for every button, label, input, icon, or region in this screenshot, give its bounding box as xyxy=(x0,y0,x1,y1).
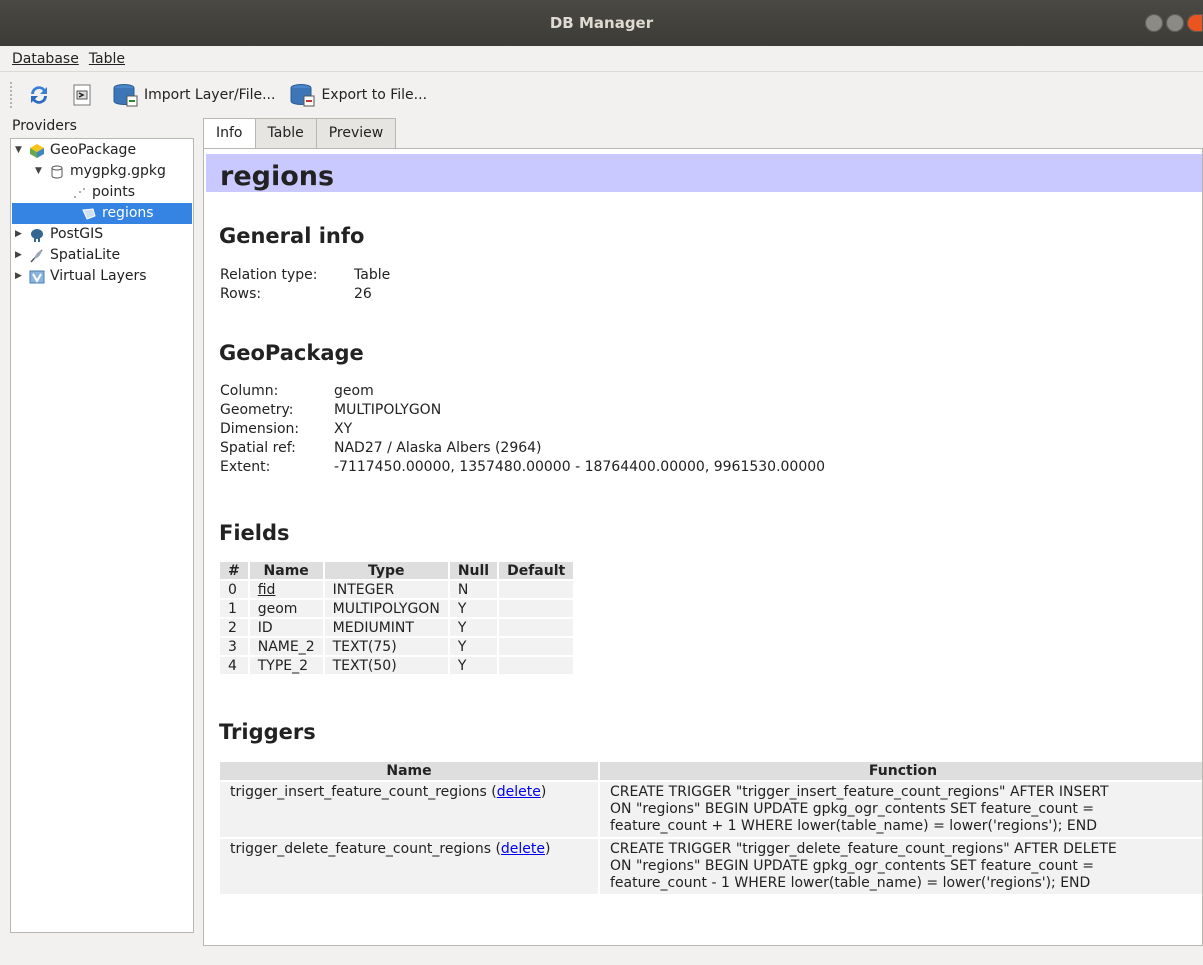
import-layer-button[interactable]: Import Layer/File... xyxy=(112,82,275,108)
providers-title: Providers xyxy=(12,118,77,134)
table-row: 2 ID MEDIUMINT Y xyxy=(220,619,574,636)
expanded-arrow-icon[interactable]: ▼ xyxy=(35,161,49,182)
tab-preview[interactable]: Preview xyxy=(315,118,397,148)
trigger-function-cell: CREATE TRIGGER "trigger_delete_feature_c… xyxy=(600,839,1202,894)
maximize-icon[interactable] xyxy=(1166,14,1184,32)
triggers-heading: Triggers xyxy=(219,720,316,744)
table-row: 1 geom MULTIPOLYGON Y xyxy=(220,600,574,617)
window-titlebar: DB Manager xyxy=(0,0,1203,46)
point-layer-icon xyxy=(74,187,85,198)
table-row: trigger_delete_feature_count_regions (de… xyxy=(220,839,1202,894)
expanded-arrow-icon[interactable]: ▼ xyxy=(15,140,29,161)
trigger-function-cell: CREATE TRIGGER "trigger_insert_feature_c… xyxy=(600,782,1202,837)
collapsed-arrow-icon[interactable]: ▶ xyxy=(15,266,29,287)
info-panel: regions General info Relation type: Tabl… xyxy=(203,148,1203,946)
collapsed-arrow-icon[interactable]: ▶ xyxy=(15,245,29,266)
column-header: Type xyxy=(324,562,448,579)
sql-window-button[interactable] xyxy=(70,83,98,107)
collapsed-arrow-icon[interactable]: ▶ xyxy=(15,224,29,245)
column-header: Name xyxy=(220,762,598,780)
export-file-button[interactable]: Export to File... xyxy=(289,82,427,108)
delete-trigger-link[interactable]: delete xyxy=(497,784,541,800)
tree-item-postgis[interactable]: ▶ PostGIS xyxy=(15,224,103,245)
import-layer-label: Import Layer/File... xyxy=(144,87,276,103)
close-icon[interactable] xyxy=(1187,14,1203,32)
tree-item-spatialite[interactable]: ▶ SpatiaLite xyxy=(15,245,120,266)
refresh-button[interactable] xyxy=(26,82,56,108)
providers-tree[interactable]: ▼ GeoPackage ▼ mygpkg.gpkg points region… xyxy=(10,138,194,933)
status-bar xyxy=(0,946,1203,965)
sql-window-icon xyxy=(73,84,91,106)
menu-table[interactable]: Table xyxy=(89,51,125,67)
page-title: regions xyxy=(220,161,335,192)
toolbar-grip[interactable] xyxy=(10,82,18,108)
title-banner: regions xyxy=(206,154,1202,192)
tab-table[interactable]: Table xyxy=(254,118,317,148)
triggers-table: Name Function trigger_insert_feature_cou… xyxy=(218,760,1202,896)
export-database-icon xyxy=(290,84,315,107)
column-header: Default xyxy=(499,562,574,579)
general-info-heading: General info xyxy=(219,224,365,248)
window-controls xyxy=(1145,14,1203,32)
table-row: 0 fid INTEGER N xyxy=(220,581,574,598)
trigger-name-cell: trigger_delete_feature_count_regions (de… xyxy=(220,839,598,894)
polygon-layer-icon xyxy=(82,207,96,220)
column-header: Null xyxy=(449,562,498,579)
table-row: 4 TYPE_2 TEXT(50) Y xyxy=(220,657,574,674)
tree-item-geopackage[interactable]: ▼ GeoPackage xyxy=(15,140,136,161)
postgis-elephant-icon xyxy=(31,228,43,242)
geopackage-icon xyxy=(30,143,44,158)
refresh-icon xyxy=(31,86,47,104)
tab-info[interactable]: Info xyxy=(203,118,256,149)
menubar: Database Table xyxy=(0,46,1203,72)
trigger-name-cell: trigger_insert_feature_count_regions (de… xyxy=(220,782,598,837)
virtual-layer-icon xyxy=(29,270,45,283)
menu-database[interactable]: Database xyxy=(12,51,79,67)
tab-bar: Info Table Preview xyxy=(203,118,397,149)
toolbar: Import Layer/File... Export to File... xyxy=(0,74,1203,116)
table-row: trigger_insert_feature_count_regions (de… xyxy=(220,782,1202,837)
database-icon xyxy=(51,165,63,178)
import-database-icon xyxy=(113,84,138,107)
table-row: 3 NAME_2 TEXT(75) Y xyxy=(220,638,574,655)
minimize-icon[interactable] xyxy=(1145,14,1163,32)
tree-item-points[interactable]: points xyxy=(71,182,135,203)
fields-heading: Fields xyxy=(219,521,290,545)
fields-table: # Name Type Null Default 0 fid INTEGER N… xyxy=(218,560,575,676)
window-title: DB Manager xyxy=(549,14,654,32)
tree-item-mygpkg[interactable]: ▼ mygpkg.gpkg xyxy=(35,161,166,182)
column-header: Name xyxy=(249,562,323,579)
tree-item-virtual-layers[interactable]: ▶ Virtual Layers xyxy=(15,266,147,287)
column-header: # xyxy=(220,562,248,579)
export-file-label: Export to File... xyxy=(321,87,428,103)
geopackage-heading: GeoPackage xyxy=(219,341,364,365)
column-header: Function xyxy=(600,762,1202,780)
tree-item-regions[interactable]: regions xyxy=(12,203,192,224)
delete-trigger-link[interactable]: delete xyxy=(501,841,545,857)
spatialite-feather-icon xyxy=(30,248,43,263)
